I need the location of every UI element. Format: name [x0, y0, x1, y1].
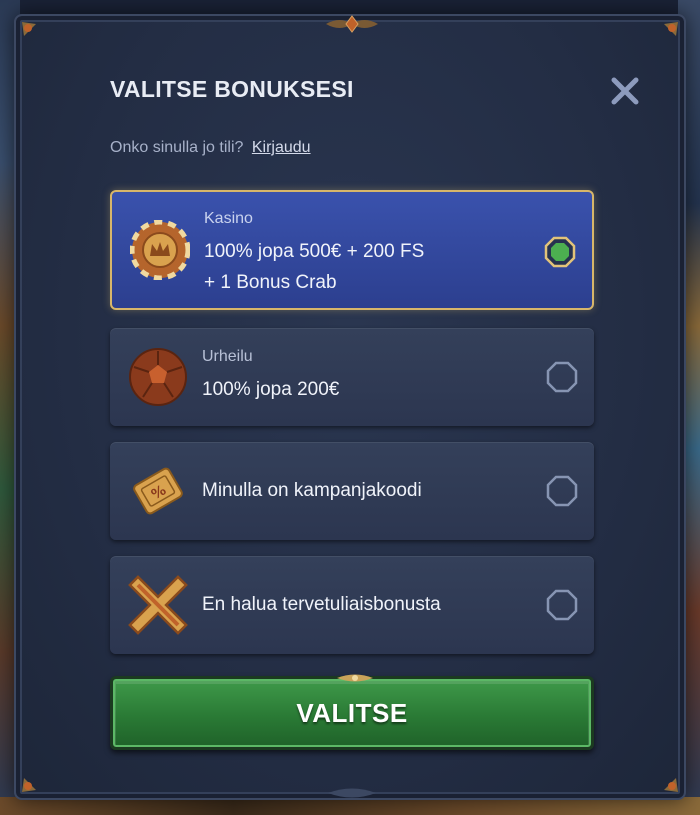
radio-unselected-icon[interactable] — [546, 475, 578, 507]
login-link[interactable]: Kirjaudu — [252, 139, 311, 156]
bonus-option-promo-code[interactable]: % Minulla on kampanjakoodi — [110, 442, 594, 540]
login-prompt-text: Onko sinulla jo tili? — [110, 139, 244, 156]
ticket-icon: % — [133, 467, 183, 515]
submit-button-label: VALITSE — [296, 697, 408, 728]
cross-icon — [128, 575, 188, 635]
option-category: Urheilu — [202, 348, 253, 365]
submit-button[interactable]: VALITSE — [110, 674, 594, 750]
bonus-option-sports[interactable]: Urheilu 100% jopa 200€ — [110, 328, 594, 426]
corner-ornament-icon — [22, 22, 36, 36]
option-offer: 100% jopa 200€ — [202, 379, 340, 400]
radio-unselected-icon[interactable] — [546, 589, 578, 621]
bottom-ornament-icon — [328, 788, 376, 798]
bonus-option-no-bonus[interactable]: En halua tervetuliaisbonusta — [110, 556, 594, 654]
corner-ornament-icon — [22, 778, 36, 792]
option-offer: 100% jopa 500€ + 200 FS — [204, 241, 425, 262]
radio-unselected-icon[interactable] — [546, 361, 578, 393]
close-icon[interactable] — [608, 74, 642, 108]
casino-chip-icon — [130, 220, 190, 280]
top-ornament-icon — [326, 15, 378, 33]
bonus-option-casino[interactable]: Kasino 100% jopa 500€ + 200 FS + 1 Bonus… — [110, 190, 594, 310]
option-label: En halua tervetuliaisbonusta — [202, 594, 441, 615]
button-ornament-icon — [337, 674, 373, 682]
bonus-modal: VALITSE BONUKSESI Onko sinulla jo tili? … — [14, 14, 686, 800]
radio-selected-icon[interactable] — [544, 236, 576, 268]
option-category: Kasino — [204, 210, 253, 227]
login-prompt: Onko sinulla jo tili? Kirjaudu — [110, 139, 311, 157]
option-label: Minulla on kampanjakoodi — [202, 480, 422, 501]
corner-ornament-icon — [664, 778, 678, 792]
corner-ornament-icon — [664, 22, 678, 36]
modal-title: VALITSE BONUKSESI — [110, 76, 354, 102]
option-offer-extra: + 1 Bonus Crab — [204, 272, 337, 293]
soccer-ball-icon — [129, 348, 187, 406]
